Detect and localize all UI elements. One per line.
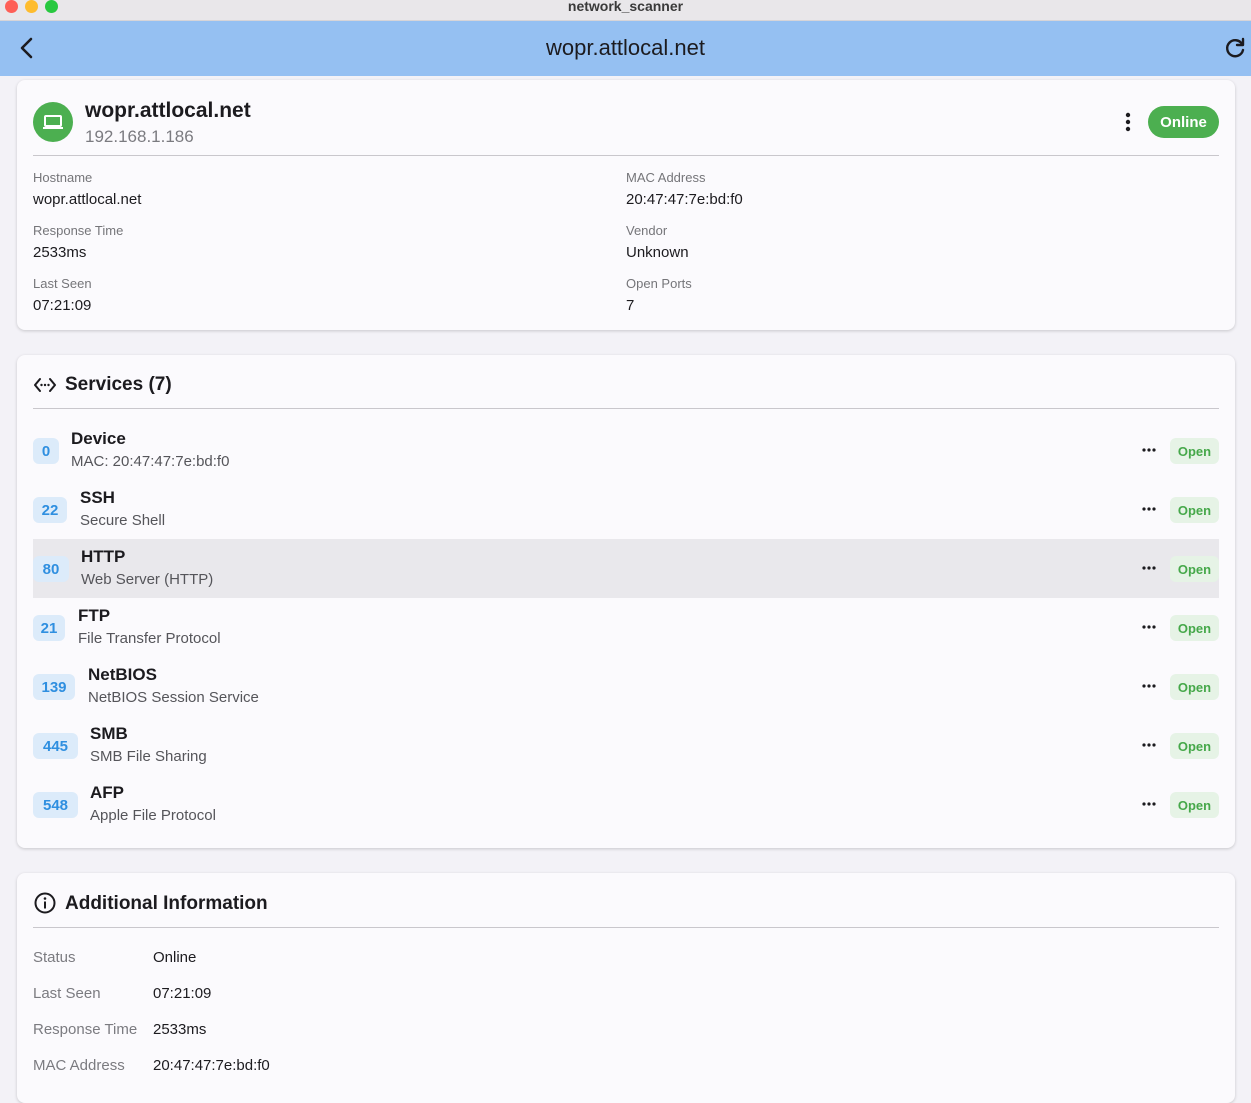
service-row[interactable]: 0 Device MAC: 20:47:47:7e:bd:f0 Open [33, 421, 1219, 480]
more-horiz-icon [1142, 743, 1156, 747]
service-name: SMB [90, 724, 128, 743]
service-menu-button[interactable] [1138, 736, 1160, 754]
info-value: 2533ms [153, 1021, 207, 1038]
service-row[interactable]: 21 FTP File Transfer Protocol Open [33, 598, 1219, 657]
port-badge: 0 [33, 438, 59, 464]
response-time-label: Response Time [33, 223, 124, 238]
info-label: Last Seen [33, 985, 101, 1002]
hostname-label: Hostname [33, 170, 93, 185]
port-badge: 22 [33, 497, 67, 523]
port-badge: 80 [33, 556, 69, 582]
device-avatar [33, 102, 73, 142]
divider [33, 155, 1219, 156]
open-ports-value: 7 [626, 297, 635, 314]
info-icon [34, 892, 56, 914]
service-description: NetBIOS Session Service [88, 689, 259, 706]
hostname-value: wopr.attlocal.net [33, 191, 142, 208]
service-name: NetBIOS [88, 665, 157, 684]
service-row[interactable]: 22 SSH Secure Shell Open [33, 480, 1219, 539]
additional-info-card: Additional Information Status Online Las… [17, 873, 1235, 1103]
service-menu-button[interactable] [1138, 618, 1160, 636]
open-badge: Open [1170, 674, 1219, 700]
app-bar: wopr.attlocal.net [0, 21, 1251, 76]
service-name: Device [71, 429, 126, 448]
info-value: 07:21:09 [153, 985, 212, 1002]
vendor-value: Unknown [626, 244, 689, 261]
open-ports-label: Open Ports [626, 276, 692, 291]
open-badge: Open [1170, 792, 1219, 818]
service-name: SSH [80, 488, 115, 507]
additional-info-title: Additional Information [65, 893, 268, 914]
port-badge: 445 [33, 733, 78, 759]
port-badge: 139 [33, 674, 75, 700]
service-row[interactable]: 445 SMB SMB File Sharing Open [33, 716, 1219, 775]
service-name: FTP [78, 606, 111, 625]
service-name: AFP [90, 783, 124, 802]
mac-value: 20:47:47:7e:bd:f0 [626, 191, 743, 208]
service-name: HTTP [81, 547, 126, 566]
divider [33, 408, 1219, 409]
service-description: File Transfer Protocol [78, 630, 221, 647]
service-menu-button[interactable] [1138, 559, 1160, 577]
info-label: Response Time [33, 1021, 138, 1038]
more-horiz-icon [1142, 448, 1156, 452]
service-menu-button[interactable] [1138, 441, 1160, 459]
vendor-label: Vendor [626, 223, 668, 238]
last-seen-value: 07:21:09 [33, 297, 92, 314]
more-horiz-icon [1142, 507, 1156, 511]
service-description: Apple File Protocol [90, 807, 216, 824]
last-seen-label: Last Seen [33, 276, 92, 291]
window-title: network_scanner [567, 0, 684, 14]
more-horiz-icon [1142, 802, 1156, 806]
refresh-button[interactable] [1222, 35, 1248, 61]
info-label: MAC Address [33, 1057, 125, 1074]
open-badge: Open [1170, 615, 1219, 641]
page-title: wopr.attlocal.net [546, 35, 705, 60]
open-badge: Open [1170, 733, 1219, 759]
services-card: Services (7) 0 Device MAC: 20:47:47:7e:b… [17, 355, 1235, 848]
port-badge: 21 [33, 615, 65, 641]
laptop-icon [43, 115, 63, 129]
device-name: wopr.attlocal.net [85, 99, 251, 122]
service-menu-button[interactable] [1138, 677, 1160, 695]
service-menu-button[interactable] [1138, 500, 1160, 518]
window-titlebar: network_scanner [0, 0, 1251, 21]
more-vert-icon [1125, 112, 1131, 132]
refresh-icon [1226, 37, 1245, 58]
open-badge: Open [1170, 438, 1219, 464]
services-title: Services (7) [65, 374, 172, 395]
service-row[interactable]: 80 HTTP Web Server (HTTP) Open [33, 539, 1219, 598]
service-menu-button[interactable] [1138, 795, 1160, 813]
open-badge: Open [1170, 556, 1219, 582]
device-card: wopr.attlocal.net 192.168.1.186 Online H… [17, 80, 1235, 330]
device-ip: 192.168.1.186 [85, 127, 194, 146]
service-row[interactable]: 548 AFP Apple File Protocol Open [33, 775, 1219, 834]
mac-label: MAC Address [626, 170, 706, 185]
response-time-value: 2533ms [33, 244, 87, 261]
service-description: Web Server (HTTP) [81, 571, 214, 588]
status-badge: Online [1148, 106, 1219, 138]
service-description: MAC: 20:47:47:7e:bd:f0 [71, 453, 230, 470]
info-value: 20:47:47:7e:bd:f0 [153, 1057, 270, 1074]
open-badge: Open [1170, 497, 1219, 523]
divider [33, 927, 1219, 928]
info-value: Online [153, 949, 197, 966]
service-description: SMB File Sharing [90, 748, 207, 765]
info-label: Status [33, 949, 76, 966]
port-badge: 548 [33, 792, 78, 818]
more-horiz-icon [1142, 566, 1156, 570]
service-row[interactable]: 139 NetBIOS NetBIOS Session Service Open [33, 657, 1219, 716]
more-horiz-icon [1142, 625, 1156, 629]
service-description: Secure Shell [80, 512, 166, 529]
device-menu-button[interactable] [1117, 110, 1139, 134]
code-arrows-icon [34, 378, 56, 392]
more-horiz-icon [1142, 684, 1156, 688]
